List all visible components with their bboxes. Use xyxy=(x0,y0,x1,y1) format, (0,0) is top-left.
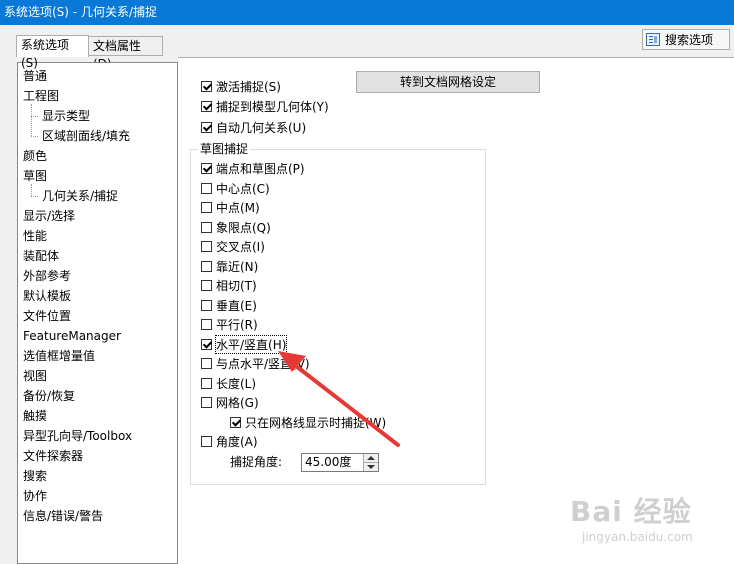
watermark-url: jingyan.baidu.com xyxy=(582,530,693,544)
annotation-arrow xyxy=(278,351,400,447)
tab-system-options[interactable]: 系统选项(S) xyxy=(16,35,89,70)
watermark-logo: Bai 经验 xyxy=(570,495,692,528)
baidu-watermark: Bai 经验 jingyan.baidu.com xyxy=(560,490,730,560)
